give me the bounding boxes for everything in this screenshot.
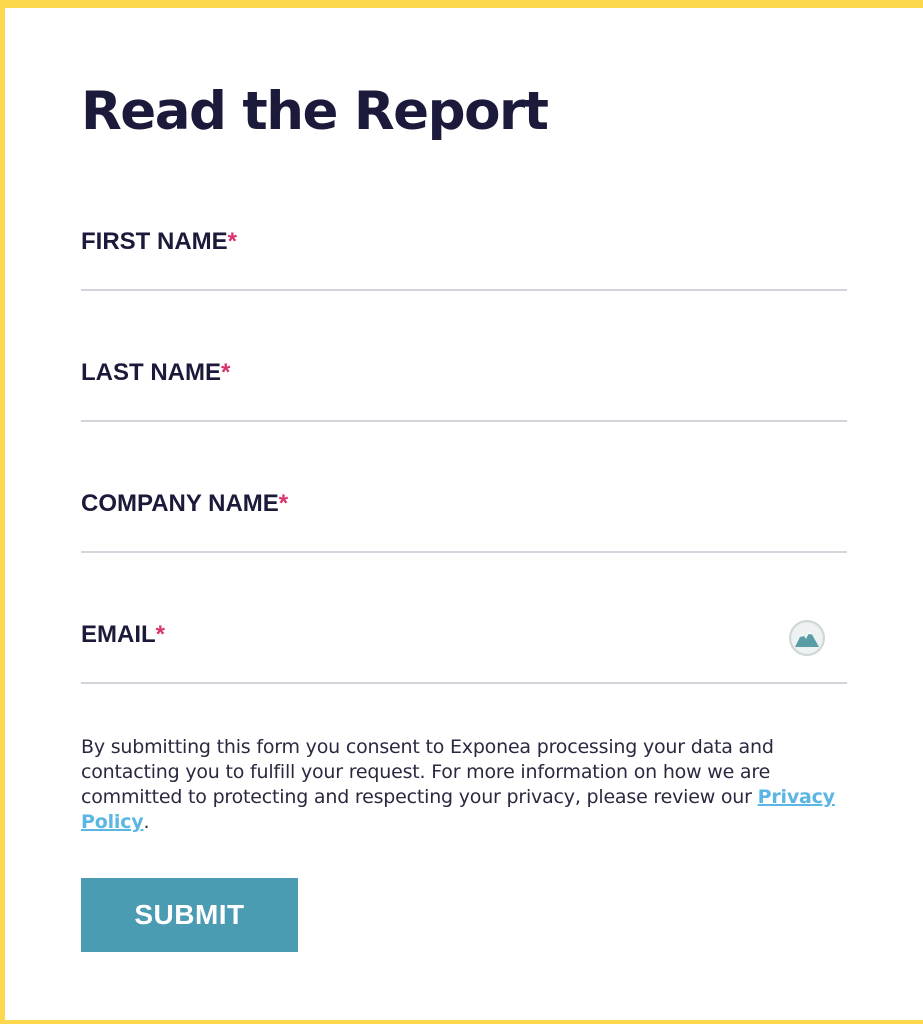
last-name-field[interactable]: LAST NAME* xyxy=(81,359,847,439)
consent-body: By submitting this form you consent to E… xyxy=(81,736,774,808)
mountain-icon xyxy=(792,623,822,653)
email-input[interactable] xyxy=(81,621,847,681)
first-name-underline xyxy=(81,289,847,291)
report-form-card: Read the Report FIRST NAME* LAST NAME* C… xyxy=(5,8,923,1020)
autofill-mountain-icon[interactable] xyxy=(789,620,825,656)
company-name-underline xyxy=(81,551,847,553)
company-name-input[interactable] xyxy=(81,490,847,550)
first-name-field[interactable]: FIRST NAME* xyxy=(81,228,847,308)
consent-suffix: . xyxy=(143,811,150,833)
consent-text: By submitting this form you consent to E… xyxy=(81,735,851,835)
page-title: Read the Report xyxy=(81,81,549,142)
last-name-underline xyxy=(81,420,847,422)
company-name-field[interactable]: COMPANY NAME* xyxy=(81,490,847,570)
email-underline xyxy=(81,682,847,684)
email-field[interactable]: EMAIL* xyxy=(81,620,847,701)
last-name-input[interactable] xyxy=(81,359,847,419)
first-name-input[interactable] xyxy=(81,228,847,288)
submit-button[interactable]: SUBMIT xyxy=(81,878,298,952)
